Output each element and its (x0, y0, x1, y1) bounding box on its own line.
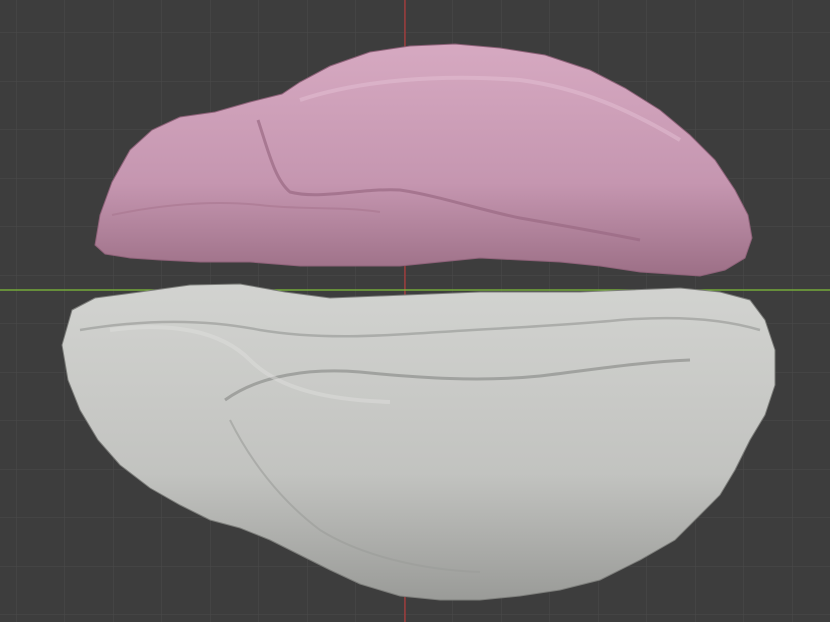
3d-viewport[interactable] (0, 0, 830, 622)
viewport-canvas[interactable] (0, 0, 830, 622)
